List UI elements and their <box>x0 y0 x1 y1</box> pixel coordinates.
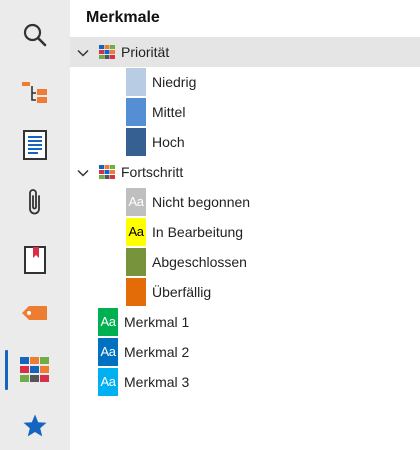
color-swatch: Aa <box>98 338 118 366</box>
color-swatch: Aa <box>98 308 118 336</box>
attribute-item-merkmal-2[interactable]: Aa Merkmal 2 <box>98 337 398 367</box>
document-button[interactable] <box>0 115 70 175</box>
paperclip-icon <box>25 187 45 217</box>
attributes-grid-icon <box>20 357 50 383</box>
group-label: Fortschritt <box>121 164 184 180</box>
item-label: Überfällig <box>152 284 212 300</box>
item-label: Abgeschlossen <box>152 254 247 270</box>
bookmark-icon <box>23 246 47 274</box>
attribute-item[interactable]: Überfällig <box>126 277 420 307</box>
attachments-button[interactable] <box>0 172 70 232</box>
attribute-item-merkmal-3[interactable]: Aa Merkmal 3 <box>98 367 398 397</box>
item-label: Mittel <box>152 104 186 120</box>
tag-icon <box>21 304 49 322</box>
item-label: Merkmal 2 <box>124 344 190 360</box>
attribute-item[interactable]: Niedrig <box>126 67 420 97</box>
hierarchy-icon <box>21 80 49 106</box>
attribute-item[interactable]: Mittel <box>126 97 420 127</box>
attribute-item[interactable]: Aa Nicht begonnen <box>126 187 420 217</box>
item-label: Niedrig <box>152 74 197 90</box>
star-icon <box>22 413 48 439</box>
chevron-down-icon[interactable] <box>77 166 89 184</box>
panel-title: Merkmale <box>86 9 160 26</box>
favorites-button[interactable] <box>0 396 70 450</box>
document-icon <box>22 130 48 160</box>
item-label: Merkmal 1 <box>124 314 190 330</box>
search-button[interactable] <box>0 5 70 65</box>
attributes-panel: Merkmale Priorität Niedrig Mittel Hoch F… <box>70 0 420 450</box>
item-label: Merkmal 3 <box>124 374 190 390</box>
attribute-item-merkmal-1[interactable]: Aa Merkmal 1 <box>98 307 398 337</box>
item-label: Nicht begonnen <box>152 194 251 210</box>
search-icon <box>22 22 48 48</box>
color-swatch <box>126 248 146 276</box>
tags-button[interactable] <box>0 283 70 343</box>
color-swatch <box>126 128 146 156</box>
attribute-item[interactable]: Abgeschlossen <box>126 247 420 277</box>
icon-rail <box>0 0 70 450</box>
color-swatch: Aa <box>98 368 118 396</box>
bookmarks-button[interactable] <box>0 230 70 290</box>
attributes-button[interactable] <box>0 340 70 400</box>
item-label: In Bearbeitung <box>152 224 244 240</box>
chevron-down-icon[interactable] <box>77 46 89 64</box>
attribute-item[interactable]: Hoch <box>126 127 420 157</box>
color-swatch: Aa <box>126 218 146 246</box>
color-swatch: Aa <box>126 188 146 216</box>
color-swatch <box>126 68 146 96</box>
group-label: Priorität <box>121 44 170 60</box>
group-header-prioritaet[interactable]: Priorität <box>70 37 420 67</box>
attribute-item[interactable]: Aa In Bearbeitung <box>126 217 420 247</box>
color-swatch <box>126 98 146 126</box>
attribute-group-icon <box>99 165 115 184</box>
hierarchy-button[interactable] <box>0 63 70 123</box>
group-header-fortschritt[interactable]: Fortschritt <box>70 157 420 187</box>
attribute-group-icon <box>99 45 115 64</box>
color-swatch <box>126 278 146 306</box>
item-label: Hoch <box>152 134 185 150</box>
